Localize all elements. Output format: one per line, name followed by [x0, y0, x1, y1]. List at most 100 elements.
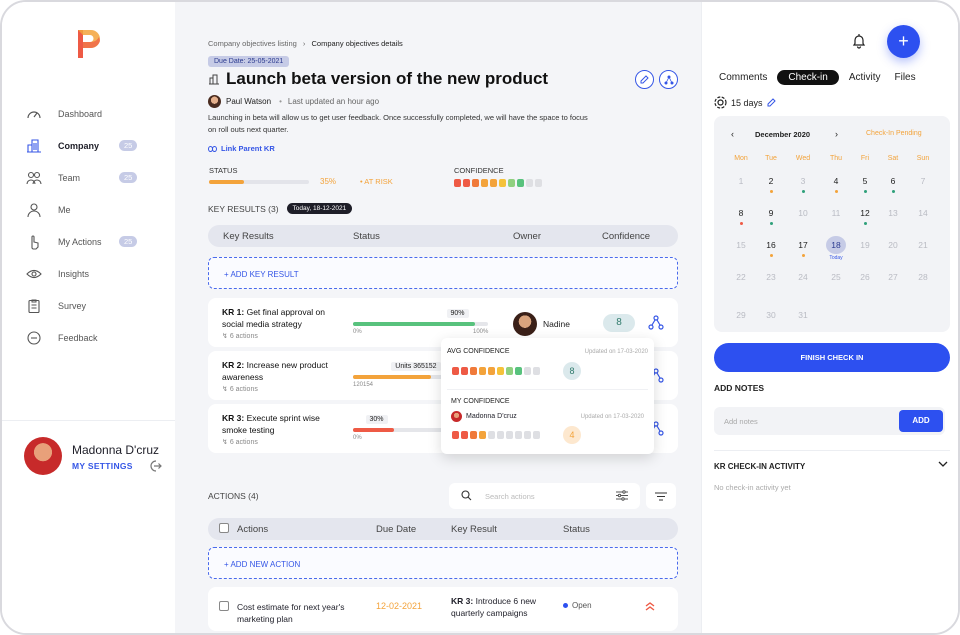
calendar-day[interactable]: 31 — [793, 306, 813, 324]
kr-confidence[interactable]: 8 — [603, 314, 635, 332]
confidence-square — [452, 431, 459, 439]
filter-icon[interactable] — [616, 490, 628, 501]
calendar-day-number: 24 — [798, 272, 808, 282]
tab-activity[interactable]: Activity — [845, 70, 885, 85]
confidence-square — [479, 431, 486, 439]
calendar-day[interactable]: 22 — [731, 268, 751, 286]
objective-meta: Paul Watson • Last updated an hour ago — [208, 95, 379, 108]
calendar-day[interactable]: 25 — [826, 268, 846, 286]
add-new-action-button[interactable]: + ADD NEW ACTION — [208, 547, 678, 579]
calendar-day[interactable]: 1 — [731, 172, 751, 190]
meta-separator: • — [279, 97, 282, 106]
hierarchy-icon[interactable] — [648, 315, 664, 331]
sidebar-item-company[interactable]: Company 25 — [26, 130, 166, 162]
chevron-down-icon[interactable] — [938, 461, 948, 467]
calendar-day[interactable]: 29 — [731, 306, 751, 324]
calendar-day[interactable]: 18 Today — [826, 236, 846, 261]
calendar-day[interactable]: 12 — [855, 204, 875, 225]
notes-input[interactable] — [714, 407, 894, 435]
calendar-day[interactable]: 2 — [761, 172, 781, 193]
calendar-day[interactable]: 27 — [883, 268, 903, 286]
sidebar-item-my-actions[interactable]: My Actions 25 — [26, 226, 166, 258]
calendar-day[interactable]: 9 — [761, 204, 781, 225]
checkin-marker — [834, 190, 838, 193]
calendar-day[interactable]: 15 — [731, 236, 751, 254]
calendar-day[interactable]: 19 — [855, 236, 875, 254]
sidebar-item-team[interactable]: Team 25 — [26, 162, 166, 194]
add-key-result-button[interactable]: + ADD KEY RESULT — [208, 257, 678, 289]
confidence-square — [524, 367, 531, 375]
breadcrumb-parent[interactable]: Company objectives listing — [208, 39, 297, 48]
add-button[interactable]: + — [887, 25, 920, 58]
confidence-square — [452, 367, 459, 375]
calendar-dow: Tue — [765, 155, 777, 162]
edit-objective-button[interactable] — [635, 70, 654, 89]
calendar-prev-button[interactable]: ‹ — [731, 129, 734, 139]
calendar-day[interactable]: 28 — [913, 268, 933, 286]
select-all-checkbox[interactable] — [219, 523, 229, 533]
calendar-day[interactable]: 14 — [913, 204, 933, 222]
calendar-day[interactable]: 11 — [826, 204, 846, 222]
app-logo[interactable] — [74, 28, 104, 60]
status-progress-bar — [209, 180, 309, 184]
add-note-button[interactable]: ADD — [899, 410, 943, 432]
calendar-day[interactable]: 5 — [855, 172, 875, 193]
calendar-day[interactable]: 23 — [761, 268, 781, 286]
calendar-day[interactable]: 4 — [826, 172, 846, 193]
calendar-day[interactable]: 6 — [883, 172, 903, 193]
kr-owner[interactable]: Nadine — [513, 312, 570, 336]
sidebar-item-me[interactable]: Me — [26, 194, 166, 226]
link-parent-kr-link[interactable]: Link Parent KR — [208, 144, 275, 153]
alignment-button[interactable] — [659, 70, 678, 89]
col-action-status: Status — [563, 524, 590, 535]
calendar-day[interactable]: 13 — [883, 204, 903, 222]
calendar-day[interactable]: 7 — [913, 172, 933, 190]
edit-icon[interactable] — [767, 98, 776, 107]
logout-icon[interactable] — [148, 459, 162, 473]
today-badge: Today, 18-12-2021 — [286, 203, 353, 214]
sidebar-item-feedback[interactable]: Feedback — [26, 322, 166, 354]
avatar[interactable] — [24, 437, 62, 475]
table-row[interactable]: Cost estimate for next year's marketing … — [208, 587, 678, 631]
calendar-day[interactable]: 3 — [793, 172, 813, 193]
calendar-next-button[interactable]: › — [835, 129, 838, 139]
hierarchy-icon — [664, 75, 673, 84]
my-settings-link[interactable]: MY SETTINGS — [72, 461, 133, 471]
search-actions[interactable]: Search actions — [449, 483, 640, 509]
kr-actions-count: ↯ 6 actions — [222, 385, 258, 393]
action-status: Open — [563, 601, 592, 610]
calendar-day[interactable]: 24 — [793, 268, 813, 286]
app-frame: Dashboard Company 25 Team 25 Me My Actions 25 In… — [0, 0, 960, 635]
action-due-date: 12-02-2021 — [376, 601, 423, 611]
checkin-marker — [801, 254, 805, 257]
calendar-day[interactable]: 21 — [913, 236, 933, 254]
sidebar-item-insights[interactable]: Insights — [26, 258, 166, 290]
calendar-day[interactable]: 17 — [793, 236, 813, 257]
priority-high-icon — [645, 602, 655, 611]
search-icon — [461, 490, 472, 501]
tab-check-in[interactable]: Check-in — [777, 70, 839, 85]
sidebar-item-survey[interactable]: Survey — [26, 290, 166, 322]
calendar-day[interactable]: 8 — [731, 204, 751, 225]
edit-icon — [640, 75, 649, 84]
calendar-day[interactable]: 10 — [793, 204, 813, 222]
owner-name[interactable]: Paul Watson — [226, 97, 271, 106]
sort-button[interactable] — [646, 483, 676, 509]
tab-comments[interactable]: Comments — [715, 70, 771, 85]
calendar-day[interactable]: 26 — [855, 268, 875, 286]
my-confidence-meter[interactable] — [452, 431, 540, 439]
kr-table-header: Key Results Status Owner Confidence — [208, 225, 678, 247]
kr-owner-name: Nadine — [543, 319, 570, 329]
calendar-day[interactable]: 20 — [883, 236, 903, 254]
count-badge: 25 — [119, 140, 138, 151]
confidence-square — [490, 179, 497, 187]
sidebar-item-dashboard[interactable]: Dashboard — [26, 98, 166, 130]
sidebar-item-label: Team — [58, 173, 81, 183]
tab-files[interactable]: Files — [891, 70, 920, 85]
kr-progress-label: 90% — [446, 309, 469, 318]
finish-check-in-button[interactable]: FINISH CHECK IN — [714, 343, 950, 372]
bell-icon[interactable] — [852, 33, 866, 49]
calendar-day[interactable]: 30 — [761, 306, 781, 324]
calendar-day[interactable]: 16 — [761, 236, 781, 257]
row-checkbox[interactable] — [219, 601, 229, 611]
